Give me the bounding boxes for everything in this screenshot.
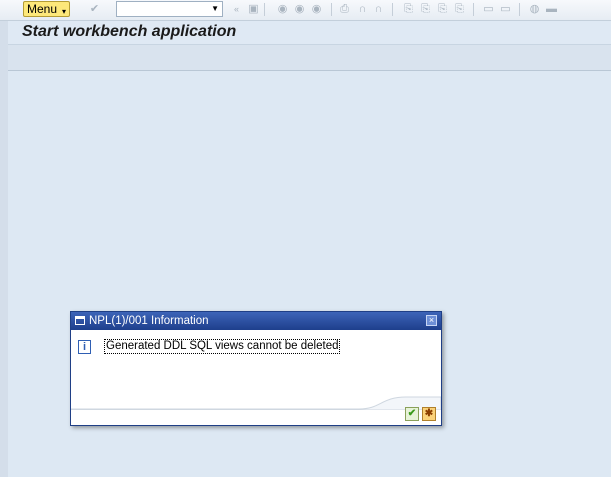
prev-page-icon[interactable]: ⎘ [419,3,432,16]
system-toolbar: Menu ▾ ✔ ▼ « ▣ ◉ ◉ ◉ ⎙ ∩ ∩ ⎘ ⎘ ⎘ ⎘ ▭ ▭ ◍… [0,0,611,21]
close-icon[interactable]: × [426,315,437,326]
print-icon[interactable]: ⎙ [338,3,351,16]
dialog-title-bar[interactable]: NPL(1)/001 Information × [71,312,441,330]
check-icon[interactable]: ✔ [88,3,101,16]
first-page-icon[interactable]: ⎘ [402,3,415,16]
find-icon[interactable]: ∩ [356,3,369,16]
customize-icon[interactable]: ▬ [545,3,558,16]
next-page-icon[interactable]: ⎘ [436,3,449,16]
cancel-icon[interactable]: ◉ [310,3,323,16]
menu-label: Menu [27,2,58,16]
screen-title-bar: Start workbench application [8,21,611,45]
find-next-icon[interactable]: ∩ [372,3,385,16]
help-icon[interactable]: ◍ [528,3,541,16]
save-icon[interactable]: ▣ [247,3,260,16]
exit-icon[interactable]: ◉ [293,3,306,16]
shortcut-icon[interactable]: ▭ [499,3,512,16]
back-icon[interactable]: ◉ [276,3,289,16]
window-icon [75,316,85,325]
application-toolbar [8,45,611,71]
screen-title: Start workbench application [22,23,237,40]
help-button[interactable]: ✱ [422,407,436,421]
information-dialog: NPL(1)/001 Information × i Generated DDL… [70,311,442,426]
new-session-icon[interactable]: ▭ [482,3,495,16]
expand-icon[interactable]: « [230,3,243,16]
last-page-icon[interactable]: ⎘ [453,3,466,16]
left-edge [0,21,8,477]
menu-caret-icon: ▾ [61,7,66,16]
menu-button[interactable]: Menu ▾ [23,1,70,17]
ok-button[interactable]: ✔ [405,407,419,421]
dialog-title: NPL(1)/001 Information [89,315,209,327]
dialog-message: Generated DDL SQL views cannot be delete… [104,339,341,354]
command-dropdown-icon[interactable]: ▼ [211,4,219,13]
dialog-footer-decoration [71,396,441,410]
command-field[interactable]: ▼ [116,1,223,19]
info-icon: i [78,340,91,354]
command-input[interactable] [117,5,213,19]
